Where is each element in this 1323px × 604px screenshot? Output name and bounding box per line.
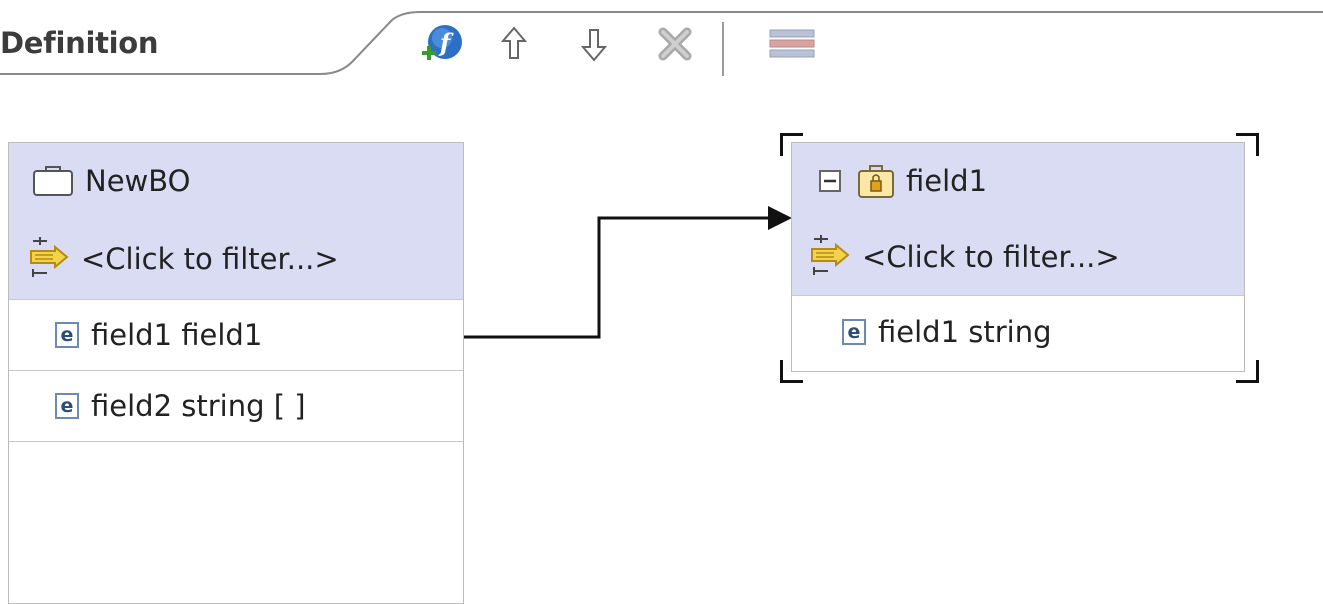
tab-definition[interactable]: Definition	[0, 26, 159, 60]
locked-business-object-icon	[858, 165, 894, 198]
filter-row[interactable]: <Click to filter...>	[9, 219, 463, 299]
bo-title: NewBO	[85, 164, 191, 198]
add-field-icon: f	[422, 25, 462, 60]
filter-text: <Click to filter...>	[81, 242, 339, 276]
element-icon: e	[55, 322, 79, 348]
collapse-icon[interactable]	[818, 169, 842, 193]
bo-title: field1	[906, 164, 988, 198]
arrow-up-icon	[500, 26, 528, 59]
business-object-icon	[33, 166, 73, 196]
selection-handle[interactable]	[1236, 360, 1259, 383]
list-item[interactable]: e field1 string	[792, 296, 1244, 368]
add-field-button[interactable]: f	[414, 20, 470, 68]
field-label: field1 string	[878, 315, 1052, 349]
move-down-button[interactable]	[576, 20, 612, 68]
selection-handle[interactable]	[780, 133, 803, 156]
layout-rows-icon	[769, 29, 815, 58]
arrowhead-icon	[768, 206, 792, 230]
list-item[interactable]: e field1 field1	[9, 300, 463, 371]
arrow-down-icon	[580, 29, 608, 62]
element-icon: e	[842, 319, 866, 345]
bo-header: field1 <Click to filter...>	[792, 143, 1244, 296]
filter-row[interactable]: <Click to filter...>	[792, 219, 1244, 295]
selection-handle[interactable]	[780, 360, 803, 383]
list-item[interactable]: e field2 string [ ]	[9, 371, 463, 442]
delete-icon	[658, 27, 692, 61]
business-object-field1[interactable]: field1 <Click to filter...> e field1 str…	[791, 142, 1245, 372]
bo-header: NewBO <Click to filter...>	[9, 143, 463, 300]
filter-icon	[30, 237, 69, 277]
selection-handle[interactable]	[1236, 133, 1259, 156]
filter-text: <Click to filter...>	[862, 240, 1120, 274]
business-object-newbo[interactable]: NewBO <Click to filter...> e field1 fiel…	[8, 142, 464, 604]
filter-icon	[811, 235, 850, 275]
move-up-button[interactable]	[496, 20, 532, 68]
toolbar-separator	[722, 22, 724, 76]
delete-button[interactable]	[652, 20, 698, 68]
element-icon: e	[55, 393, 79, 419]
field-label: field1 field1	[91, 318, 263, 352]
layout-button[interactable]	[764, 20, 820, 68]
field-label: field2 string [ ]	[91, 389, 306, 423]
